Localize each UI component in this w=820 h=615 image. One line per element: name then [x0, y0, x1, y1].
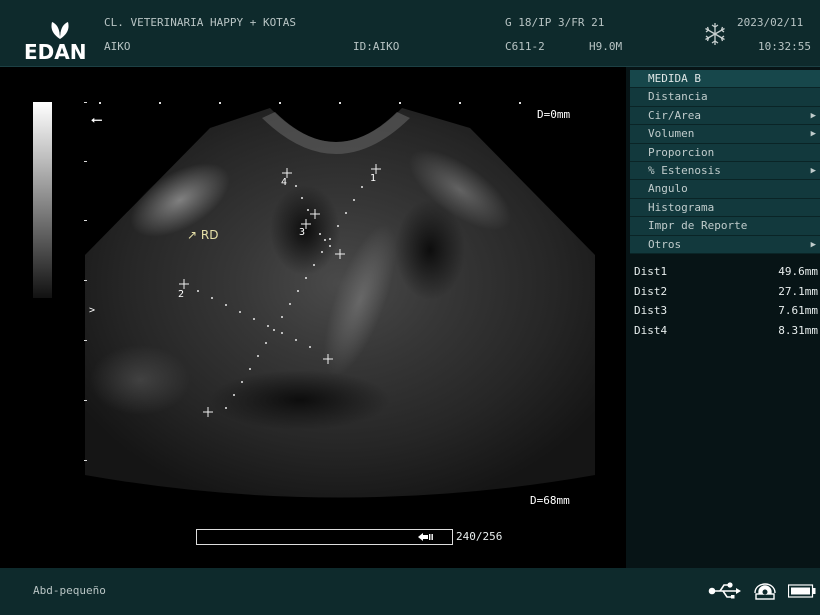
- orientation-arrow-icon: 🠀: [91, 113, 103, 129]
- probe-frequency: H9.0M: [589, 40, 623, 53]
- marker-label-4: 4: [281, 177, 288, 188]
- exam-preset: Abd-pequeño: [33, 584, 106, 597]
- marker-label-1: 1: [370, 173, 377, 184]
- patient-id: ID:AIKO: [353, 40, 400, 53]
- result-label: Dist4: [634, 323, 668, 337]
- menu-item-histograma[interactable]: Histograma: [630, 198, 820, 218]
- menu-item-estenosis[interactable]: % Estenosis ▶: [630, 161, 820, 181]
- submenu-arrow-icon: ▶: [810, 129, 816, 140]
- marker-label-2: 2: [178, 289, 185, 300]
- logo-leaf-icon: [51, 19, 69, 39]
- menu-item-angulo[interactable]: Angulo: [630, 180, 820, 199]
- result-row: Dist4 8.31mm: [634, 324, 820, 344]
- result-value: 8.31mm: [778, 323, 818, 337]
- depth-top-label: D=0mm: [537, 108, 571, 121]
- measurement-menu: MEDIDA B Distancia Cir/Area ▶ Volumen ▶ Pr…: [630, 70, 820, 254]
- result-row: Dist3 7.61mm: [634, 304, 820, 324]
- result-row: Dist2 27.1mm: [634, 285, 820, 305]
- result-row: Dist1 49.6mm: [634, 265, 820, 285]
- cine-handle-icon[interactable]: [418, 532, 434, 542]
- measurement-results: Dist1 49.6mm Dist2 27.1mm Dist3 7.61mm Dist…: [634, 265, 820, 343]
- battery-icon: [788, 584, 816, 598]
- cine-frame-count: 240/256: [456, 530, 503, 543]
- result-label: Dist3: [634, 304, 668, 317]
- result-value: 7.61mm: [778, 304, 818, 317]
- result-label: Dist1: [634, 265, 668, 278]
- result-label: Dist2: [634, 284, 668, 298]
- usb-icon: [708, 582, 741, 599]
- menu-item-cir-area[interactable]: Cir/Area ▶: [630, 106, 820, 126]
- grayscale-bar: [33, 102, 52, 298]
- menu-item-impr-reporte[interactable]: Impr de Reporte: [630, 217, 820, 236]
- marker-label-3: 3: [299, 227, 306, 238]
- annotation-rd[interactable]: ↗ RD: [187, 228, 218, 242]
- edan-logo: EDAN: [24, 18, 96, 64]
- focus-marker-icon: >: [89, 305, 96, 316]
- printer-icon: [754, 583, 776, 600]
- submenu-arrow-icon: ▶: [810, 239, 816, 250]
- result-value: 27.1mm: [778, 284, 818, 298]
- snowflake-icon[interactable]: [703, 22, 727, 46]
- menu-header-medida-b[interactable]: MEDIDA B: [630, 70, 820, 89]
- top-info-bar: EDAN CL. VETERINARIA HAPPY + KOTAS AIKO …: [0, 0, 820, 67]
- menu-item-otros[interactable]: Otros ▶: [630, 235, 820, 254]
- submenu-arrow-icon: ▶: [810, 110, 816, 121]
- exam-time: 10:32:55: [758, 40, 811, 53]
- menu-item-proporcion[interactable]: Proporcion: [630, 143, 820, 162]
- menu-item-distancia[interactable]: Distancia: [630, 88, 820, 107]
- clinic-name: CL. VETERINARIA HAPPY + KOTAS: [104, 16, 297, 29]
- exam-date: 2023/02/11: [737, 16, 804, 29]
- bottom-status-bar: Abd-pequeño: [0, 568, 820, 615]
- depth-bottom-label: D=68mm: [530, 494, 570, 507]
- annotation-arrow-icon: ↗: [187, 228, 198, 242]
- menu-item-volumen[interactable]: Volumen ▶: [630, 125, 820, 144]
- ultrasound-sector-image: [84, 102, 595, 498]
- submenu-arrow-icon: ▶: [810, 165, 816, 176]
- result-value: 49.6mm: [778, 265, 818, 278]
- annotation-text: RD: [200, 228, 219, 242]
- cine-progress-bar[interactable]: [196, 529, 453, 545]
- imaging-params: G 18/IP 3/FR 21: [505, 16, 605, 29]
- patient-name: AIKO: [104, 40, 131, 53]
- probe-model: C611-2: [505, 40, 545, 53]
- brand-name: EDAN: [24, 40, 87, 64]
